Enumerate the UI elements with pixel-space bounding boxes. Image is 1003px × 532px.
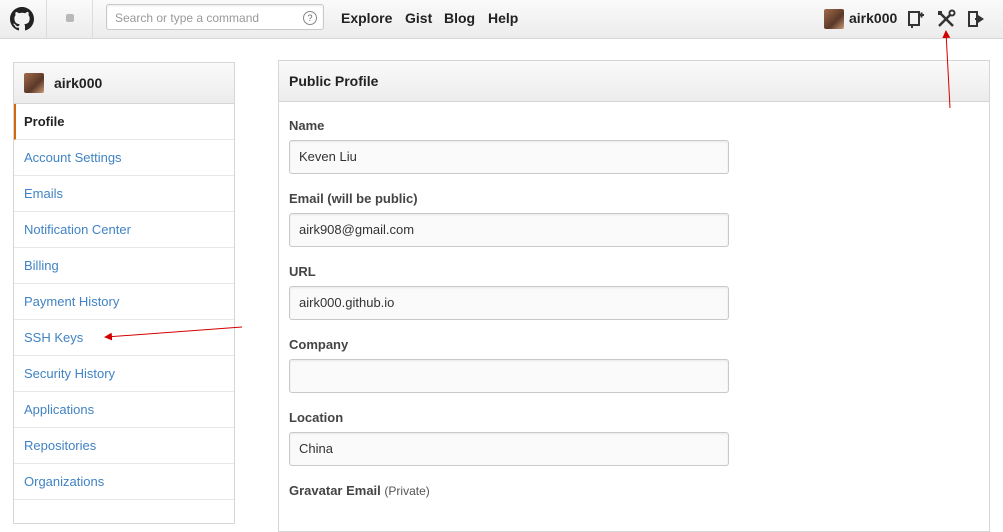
search-help-icon[interactable]: ? — [303, 11, 317, 25]
gravatar-email-label-text: Gravatar Email — [289, 483, 381, 498]
sidebar-item-applications[interactable]: Applications — [14, 392, 234, 428]
avatar[interactable] — [824, 9, 844, 29]
location-field[interactable]: China — [289, 432, 729, 466]
sidebar-item-repositories[interactable]: Repositories — [14, 428, 234, 464]
settings-tools-icon[interactable] — [936, 9, 956, 29]
sidebar-item-account-settings[interactable]: Account Settings — [14, 140, 234, 176]
public-profile-panel: Public Profile Name Keven Liu Email (wil… — [278, 60, 990, 532]
sidebar-item-emails[interactable]: Emails — [14, 176, 234, 212]
github-octocat-icon[interactable] — [10, 7, 34, 31]
sidebar-item-notification-center[interactable]: Notification Center — [14, 212, 234, 248]
sidebar-header: airk000 — [14, 63, 234, 104]
top-bar: Search or type a command ? Explore Gist … — [0, 0, 1003, 39]
new-repo-icon[interactable] — [906, 9, 926, 29]
nav-blog[interactable]: Blog — [444, 10, 475, 26]
company-label: Company — [289, 337, 349, 352]
email-label: Email (will be public) — [289, 191, 418, 206]
avatar — [24, 73, 44, 93]
sidebar-item-ssh-keys[interactable]: SSH Keys — [14, 320, 234, 356]
sidebar-item-profile[interactable]: Profile — [14, 104, 234, 140]
name-label: Name — [289, 118, 325, 133]
gravatar-email-label: Gravatar Email (Private) — [289, 483, 430, 498]
url-field[interactable]: airk000.github.io — [289, 286, 729, 320]
search-placeholder: Search or type a command — [115, 11, 260, 25]
sidebar-item-organizations[interactable]: Organizations — [14, 464, 234, 500]
sidebar-item-billing[interactable]: Billing — [14, 248, 234, 284]
header-username[interactable]: airk000 — [849, 10, 897, 26]
context-indicator-icon[interactable] — [66, 14, 74, 22]
sidebar-username: airk000 — [54, 75, 103, 91]
command-search-input[interactable]: Search or type a command ? — [106, 4, 324, 30]
company-field[interactable] — [289, 359, 729, 393]
nav-help[interactable]: Help — [488, 10, 518, 26]
name-field[interactable]: Keven Liu — [289, 140, 729, 174]
nav-gist[interactable]: Gist — [405, 10, 432, 26]
private-note: (Private) — [384, 484, 430, 498]
sidebar-item-security-history[interactable]: Security History — [14, 356, 234, 392]
sign-out-icon[interactable] — [966, 9, 986, 29]
nav-explore[interactable]: Explore — [341, 10, 392, 26]
header-divider — [92, 0, 93, 38]
sidebar-item-payment-history[interactable]: Payment History — [14, 284, 234, 320]
location-label: Location — [289, 410, 344, 425]
url-label: URL — [289, 264, 316, 279]
settings-sidebar: airk000 Profile Account Settings Emails … — [13, 62, 235, 524]
header-divider — [46, 0, 47, 38]
panel-title: Public Profile — [279, 61, 989, 102]
email-field[interactable]: airk908@gmail.com — [289, 213, 729, 247]
